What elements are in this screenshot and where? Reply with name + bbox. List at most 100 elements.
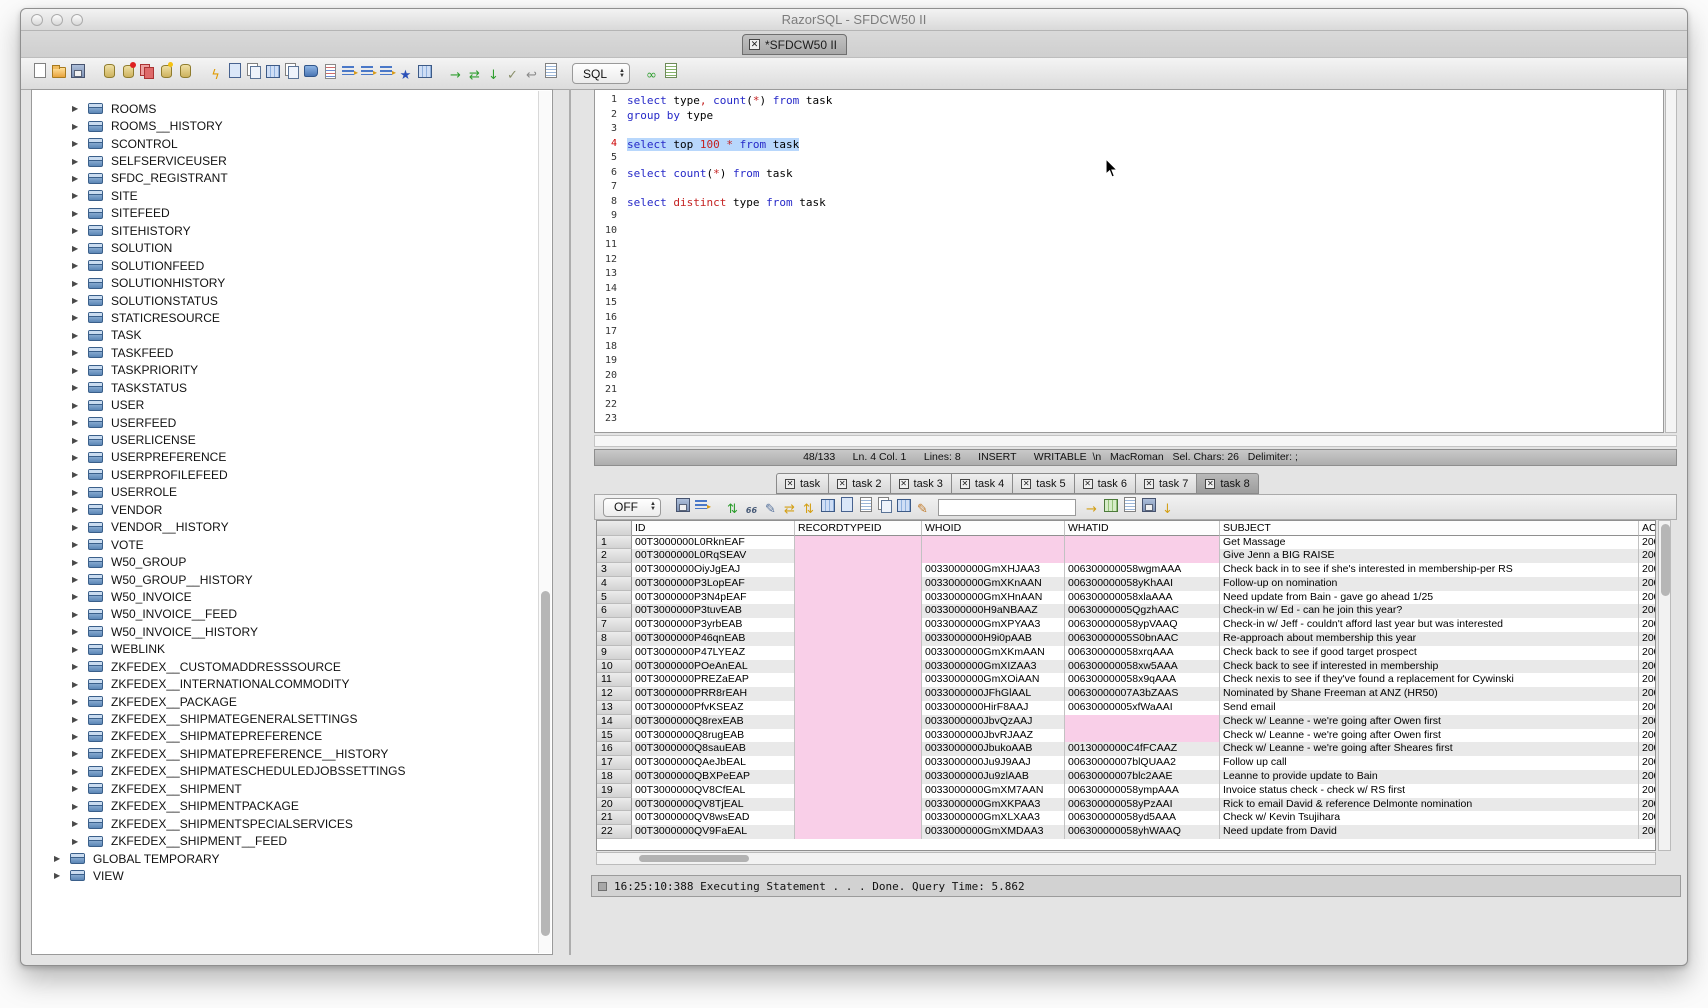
table-cell[interactable] [795,563,922,577]
expand-triangle-icon[interactable]: ▶ [72,610,81,619]
table-row[interactable]: 1700T3000000QAeJbEAL0033000000Ju9J9AAJ00… [597,756,1655,770]
sidebar-item-vendor-history[interactable]: ▶VENDOR__HISTORY [32,519,538,536]
database-browser-sidebar[interactable]: ▶ROOMS▶ROOMS__HISTORY▶SCONTROL▶SELFSERVI… [31,89,553,955]
table-cell[interactable] [1065,549,1220,563]
expand-triangle-icon[interactable]: ▶ [72,279,81,288]
refresh-icon[interactable]: ⇄ [466,68,483,85]
table-cell[interactable]: 00T3000000OiyJgEAJ [632,563,795,577]
row-number[interactable]: 21 [597,811,632,825]
column-header-whoid[interactable]: WHOID [922,521,1065,536]
sidebar-item-global-temporary[interactable]: ▶GLOBAL TEMPORARY [32,850,538,867]
expand-triangle-icon[interactable]: ▶ [72,139,81,148]
sidebar-item-sfdc-registrant[interactable]: ▶SFDC_REGISTRANT [32,170,538,187]
editor-line[interactable] [627,239,1663,254]
copy-results-icon[interactable] [876,496,893,513]
table-cell[interactable]: Check back to see if interested in membe… [1220,660,1639,674]
expand-triangle-icon[interactable]: ▶ [72,592,81,601]
expand-triangle-icon[interactable]: ▶ [72,732,81,741]
results-vscrollbar-thumb[interactable] [1661,524,1670,596]
view-mode-icon[interactable]: 66 [743,502,760,519]
tab-close-icon[interactable]: ✕ [1083,479,1093,489]
table-cell[interactable]: 200 [1639,756,1656,770]
row-number[interactable]: 3 [597,563,632,577]
highlight-icon[interactable]: ✎ [914,502,931,519]
table-cell[interactable]: 200 [1639,687,1656,701]
table-cell[interactable]: Get Massage [1220,536,1639,550]
expand-triangle-icon[interactable]: ▶ [72,680,81,689]
sidebar-item-sitefeed[interactable]: ▶SITEFEED [32,205,538,222]
table-row[interactable]: 1200T3000000PRR8rEAH0033000000JFhGlAAL00… [597,687,1655,701]
sidebar-item-taskpriority[interactable]: ▶TASKPRIORITY [32,362,538,379]
go-forward-icon[interactable]: → [447,68,464,85]
column-header-subject[interactable]: SUBJECT [1220,521,1639,536]
save-grid-icon[interactable] [1140,496,1157,513]
sidebar-item-solutionfeed[interactable]: ▶SOLUTIONFEED [32,257,538,274]
table-cell[interactable]: 0033000000JFhGlAAL [922,687,1065,701]
editor-line[interactable] [627,152,1663,167]
sidebar-item-zkfedex-shipment[interactable]: ▶ZKFEDEX__SHIPMENT [32,780,538,797]
editor-line[interactable] [627,341,1663,356]
table-cell[interactable]: 0033000000GmXLXAA3 [922,811,1065,825]
expand-triangle-icon[interactable]: ▶ [72,558,81,567]
tab-close-icon[interactable]: ✕ [785,479,795,489]
table-cell[interactable]: Check back to see if good target prospec… [1220,646,1639,660]
table-row[interactable]: 1500T3000000Q8rugEAB0033000000JbvRJAAZCh… [597,729,1655,743]
expand-triangle-icon[interactable]: ▶ [72,244,81,253]
table-row[interactable]: 1900T3000000QV8CfEAL0033000000GmXM7AAN00… [597,784,1655,798]
editor-vertical-scrollbar[interactable] [1665,89,1677,433]
table-cell[interactable] [795,687,922,701]
table-row[interactable]: 1400T3000000Q8rexEAB0033000000JbvQzAAJCh… [597,715,1655,729]
sidebar-item-view[interactable]: ▶VIEW [32,867,538,884]
expand-triangle-icon[interactable]: ▶ [72,819,81,828]
table-cell[interactable]: 200 [1639,536,1656,550]
column-header-ac[interactable]: AC [1639,521,1656,536]
table-cell[interactable] [795,770,922,784]
result-tab-task-7[interactable]: ✕task 7 [1136,473,1197,494]
sidebar-item-userprofilefeed[interactable]: ▶USERPROFILEFEED [32,466,538,483]
expand-triangle-icon[interactable]: ▶ [72,331,81,340]
table-cell[interactable]: 00T3000000QV8wsEAD [632,811,795,825]
expand-triangle-icon[interactable]: ▶ [72,104,81,113]
table-cell[interactable]: 006300000058yd5AAA [1065,811,1220,825]
editor-horizontal-scrollbar[interactable] [594,435,1677,447]
sidebar-item-userlicense[interactable]: ▶USERLICENSE [32,431,538,448]
table-cell[interactable]: 0033000000GmXHnAAN [922,591,1065,605]
table-cell[interactable]: 0033000000JbvRJAAZ [922,729,1065,743]
expand-triangle-icon[interactable]: ▶ [72,505,81,514]
table-cell[interactable]: Check-in w/ Ed - can he join this year? [1220,604,1639,618]
table-cell[interactable]: 006300000058wgmAAA [1065,563,1220,577]
connections-icon[interactable] [138,62,155,79]
row-number[interactable]: 11 [597,673,632,687]
sidebar-item-scontrol[interactable]: ▶SCONTROL [32,135,538,152]
sidebar-item-w50-invoice-feed[interactable]: ▶W50_INVOICE__FEED [32,606,538,623]
database-icon[interactable] [176,62,193,79]
table-cell[interactable]: 200 [1639,660,1656,674]
table-cell[interactable]: Follow up call [1220,756,1639,770]
sidebar-item-rooms[interactable]: ▶ROOMS [32,100,538,117]
sidebar-item-userpreference[interactable]: ▶USERPREFERENCE [32,449,538,466]
table-cell[interactable]: 00T3000000Q8rugEAB [632,729,795,743]
row-number[interactable]: 13 [597,701,632,715]
row-number[interactable]: 15 [597,729,632,743]
table-row[interactable]: 1300T3000000PfvKSEAZ0033000000HirF8AAJ00… [597,701,1655,715]
editor-line[interactable] [627,370,1663,385]
row-number[interactable]: 10 [597,660,632,674]
table-cell[interactable]: 00630000007blc2AAE [1065,770,1220,784]
sidebar-item-zkfedex-shipmatepreference[interactable]: ▶ZKFEDEX__SHIPMATEPREFERENCE [32,728,538,745]
document-tab-sfdcw50[interactable]: ✕ *SFDCW50 II [742,34,847,55]
table-cell[interactable]: 200 [1639,632,1656,646]
search-go-icon[interactable]: → [1083,502,1100,519]
results-vertical-scrollbar[interactable] [1658,520,1671,851]
expand-triangle-icon[interactable]: ▶ [72,523,81,532]
table-cell[interactable]: 0013000000C4fFCAAZ [1065,742,1220,756]
table-row[interactable]: 1000T3000000POeAnEAL0033000000GmXIZAA300… [597,660,1655,674]
table-cell[interactable] [795,591,922,605]
row-number[interactable]: 1 [597,536,632,550]
table-cell[interactable] [795,798,922,812]
expand-triangle-icon[interactable]: ▶ [72,348,81,357]
result-tab-task[interactable]: ✕task [776,473,829,494]
expand-triangle-icon[interactable]: ▶ [72,575,81,584]
editor-line[interactable]: select count(*) from task [627,167,1663,182]
new-file-icon[interactable] [31,62,48,79]
indent-icon[interactable] [340,62,357,79]
